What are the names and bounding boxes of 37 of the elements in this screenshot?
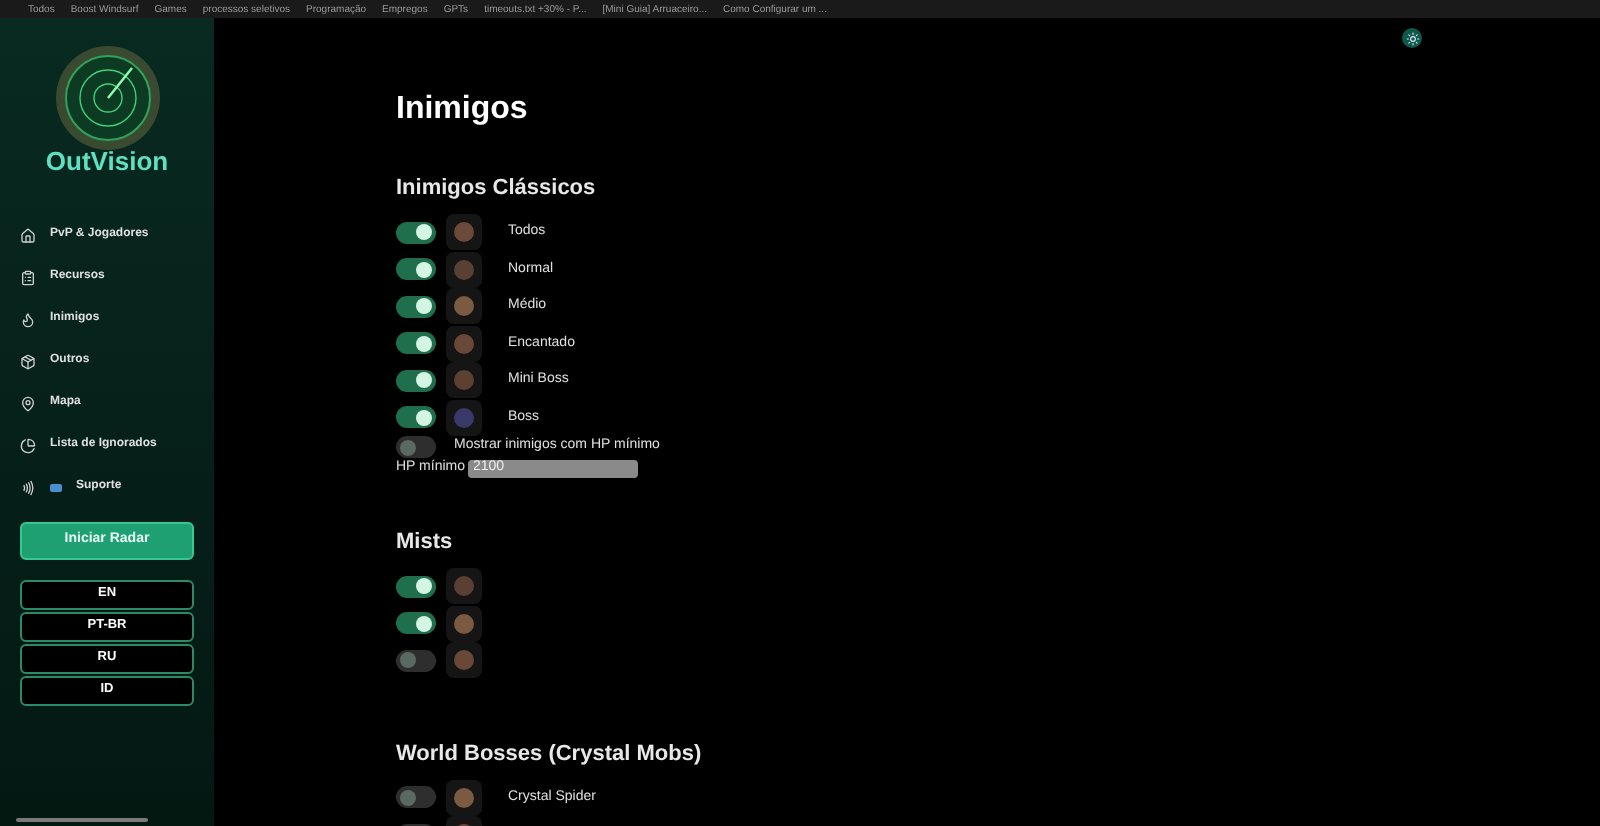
page-title: Inimigos: [396, 90, 530, 130]
toggle-switch[interactable]: [396, 436, 436, 458]
enemy-thumbnail: [446, 399, 482, 436]
toggle-switch[interactable]: [396, 295, 436, 318]
toggle-switch[interactable]: [396, 575, 436, 598]
section-title: World Bosses (Crystal Mobs): [396, 739, 704, 767]
toggle-switch[interactable]: [396, 332, 436, 355]
enemy-thumbnail: [446, 214, 482, 251]
toggle-switch[interactable]: [396, 649, 436, 672]
enemy-thumbnail: [446, 251, 482, 288]
scrollbar: [16, 818, 148, 822]
section-title: Mists: [396, 528, 455, 556]
toggle-switch[interactable]: [396, 406, 436, 429]
box-icon: [20, 353, 36, 369]
toggle-switch[interactable]: [396, 258, 436, 281]
toggle-switch[interactable]: [396, 612, 436, 635]
pie-chart-icon: [20, 437, 36, 453]
toggle-switch[interactable]: [396, 786, 436, 809]
house-icon: [20, 227, 36, 243]
map-pin-icon: [20, 395, 36, 411]
radar-icon: [51, 42, 163, 154]
card-icon: [50, 483, 62, 491]
flame-icon: [20, 311, 36, 327]
enemy-thumbnail: [446, 288, 482, 325]
enemy-thumbnail: [446, 362, 482, 399]
signal-icon: [20, 479, 36, 495]
enemy-thumbnail: [446, 642, 482, 679]
toggle-switch[interactable]: [396, 221, 436, 244]
logo-text: OutVision: [45, 144, 169, 180]
sun-icon: [1405, 31, 1419, 45]
enemy-thumbnail: [446, 568, 482, 605]
toggle-switch[interactable]: [396, 369, 436, 392]
enemy-thumbnail: [446, 605, 482, 642]
theme-toggle-button[interactable]: [1402, 28, 1422, 48]
clipboard-icon: [20, 269, 36, 285]
section-title: Inimigos Clássicos: [396, 174, 598, 202]
enemy-thumbnail: [446, 325, 482, 362]
